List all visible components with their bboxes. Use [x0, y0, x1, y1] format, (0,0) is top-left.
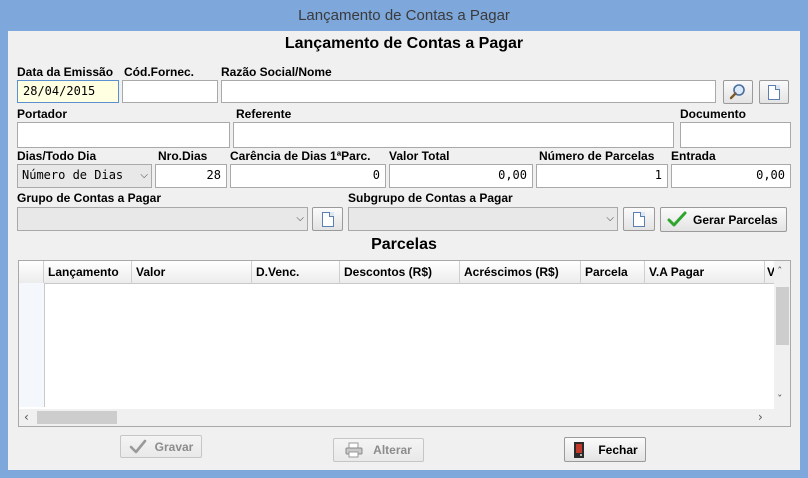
new-fornecedor-button[interactable]	[759, 80, 789, 104]
valor-total-field[interactable]: 0,00	[389, 164, 533, 188]
cod-fornec-field[interactable]	[122, 80, 218, 103]
alterar-button[interactable]: Alterar	[333, 438, 424, 462]
referente-field[interactable]	[233, 122, 674, 148]
new-subgrupo-button[interactable]	[623, 207, 655, 231]
column-d-venc[interactable]: D.Venc.	[252, 261, 340, 283]
label-grupo: Grupo de Contas a Pagar	[17, 191, 162, 205]
column-va-pagar[interactable]: V.A Pagar	[645, 261, 765, 283]
gravar-label: Gravar	[154, 439, 194, 454]
nro-dias-field[interactable]: 28	[155, 164, 227, 188]
magnifier-icon	[729, 84, 745, 100]
label-referente: Referente	[236, 107, 292, 121]
printer-icon	[345, 442, 363, 458]
label-data-emissao: Data da Emissão	[17, 65, 114, 79]
label-numero-parcelas: Número de Parcelas	[539, 149, 655, 163]
entrada-field[interactable]: 0,00	[671, 164, 791, 188]
gerar-parcelas-button[interactable]: Gerar Parcelas	[660, 207, 787, 232]
column-descontos[interactable]: Descontos (R$)	[340, 261, 460, 283]
label-portador: Portador	[17, 107, 68, 121]
checkmark-icon	[667, 211, 687, 226]
scroll-left-icon[interactable]: ‹	[24, 410, 29, 424]
exit-door-icon	[574, 441, 585, 458]
window-title: Lançamento de Contas a Pagar	[298, 7, 510, 24]
label-entrada: Entrada	[671, 149, 716, 163]
label-valor-total: Valor Total	[389, 149, 450, 163]
label-cod-fornec: Cód.Fornec.	[124, 65, 195, 79]
label-razao-social: Razão Social/Nome	[221, 65, 332, 79]
grid-corner	[19, 261, 44, 283]
form-heading: Lançamento de Contas a Pagar	[284, 35, 524, 52]
window: Lançamento de Contas a Pagar Lançamento …	[0, 0, 808, 478]
label-documento: Documento	[680, 107, 746, 121]
alterar-label: Alterar	[373, 443, 412, 457]
data-emissao-field[interactable]: 28/04/2015	[17, 80, 119, 103]
form-client-area: Lançamento de Contas a Pagar Data da Emi…	[8, 31, 800, 470]
new-document-icon	[321, 211, 334, 227]
portador-field[interactable]	[17, 122, 230, 148]
numero-parcelas-field[interactable]: 1	[536, 164, 668, 188]
vertical-scroll-thumb[interactable]	[776, 287, 789, 345]
grid-header: Lançamento Valor D.Venc. Descontos (R$) …	[19, 261, 790, 284]
new-grupo-button[interactable]	[312, 207, 343, 231]
column-parcela[interactable]: Parcela	[581, 261, 645, 283]
label-subgrupo: Subgrupo de Contas a Pagar	[348, 191, 513, 205]
chevron-down-icon: ⌵	[140, 170, 148, 181]
carencia-field[interactable]: 0	[230, 164, 386, 188]
parcelas-grid[interactable]: Lançamento Valor D.Venc. Descontos (R$) …	[18, 260, 791, 427]
column-lancamento[interactable]: Lançamento	[44, 261, 132, 283]
documento-field[interactable]	[680, 122, 791, 148]
label-nro-dias: Nro.Dias	[158, 149, 208, 163]
chevron-down-icon: ⌵	[296, 213, 304, 224]
column-valor[interactable]: Valor	[132, 261, 252, 283]
razao-social-field[interactable]	[221, 80, 716, 103]
fechar-button[interactable]: Fechar	[564, 437, 646, 462]
checkmark-icon	[129, 439, 146, 453]
chevron-down-icon: ⌵	[606, 213, 614, 224]
search-fornecedor-button[interactable]	[723, 80, 753, 104]
scroll-down-icon[interactable]: ˇ	[777, 393, 783, 406]
gravar-button[interactable]: Gravar	[120, 435, 202, 458]
horizontal-scroll-thumb[interactable]	[37, 411, 117, 424]
label-dias-todo-dia: Dias/Todo Dia	[17, 149, 97, 163]
scroll-right-icon[interactable]: ›	[758, 410, 763, 424]
row-indicator-column	[19, 283, 45, 407]
grupo-select[interactable]: ⌵	[17, 207, 308, 231]
column-acrescimos[interactable]: Acréscimos (R$)	[460, 261, 581, 283]
subgrupo-select[interactable]: ⌵	[348, 207, 618, 231]
scroll-up-icon[interactable]: ˆ	[777, 265, 783, 278]
dias-todo-dia-value: Número de Dias	[22, 168, 124, 182]
fechar-label: Fechar	[598, 442, 638, 457]
horizontal-scrollbar[interactable]: ‹ ›	[19, 409, 790, 426]
gerar-parcelas-label: Gerar Parcelas	[693, 212, 778, 227]
vertical-scrollbar[interactable]: ˆ ˇ	[774, 261, 790, 409]
new-document-icon	[768, 84, 780, 100]
label-carencia: Carência de Dias 1ªParc.	[230, 149, 371, 163]
parcelas-heading: Parcelas	[371, 236, 437, 253]
new-document-icon	[633, 211, 645, 227]
dias-todo-dia-select[interactable]: Número de Dias ⌵	[17, 164, 152, 188]
